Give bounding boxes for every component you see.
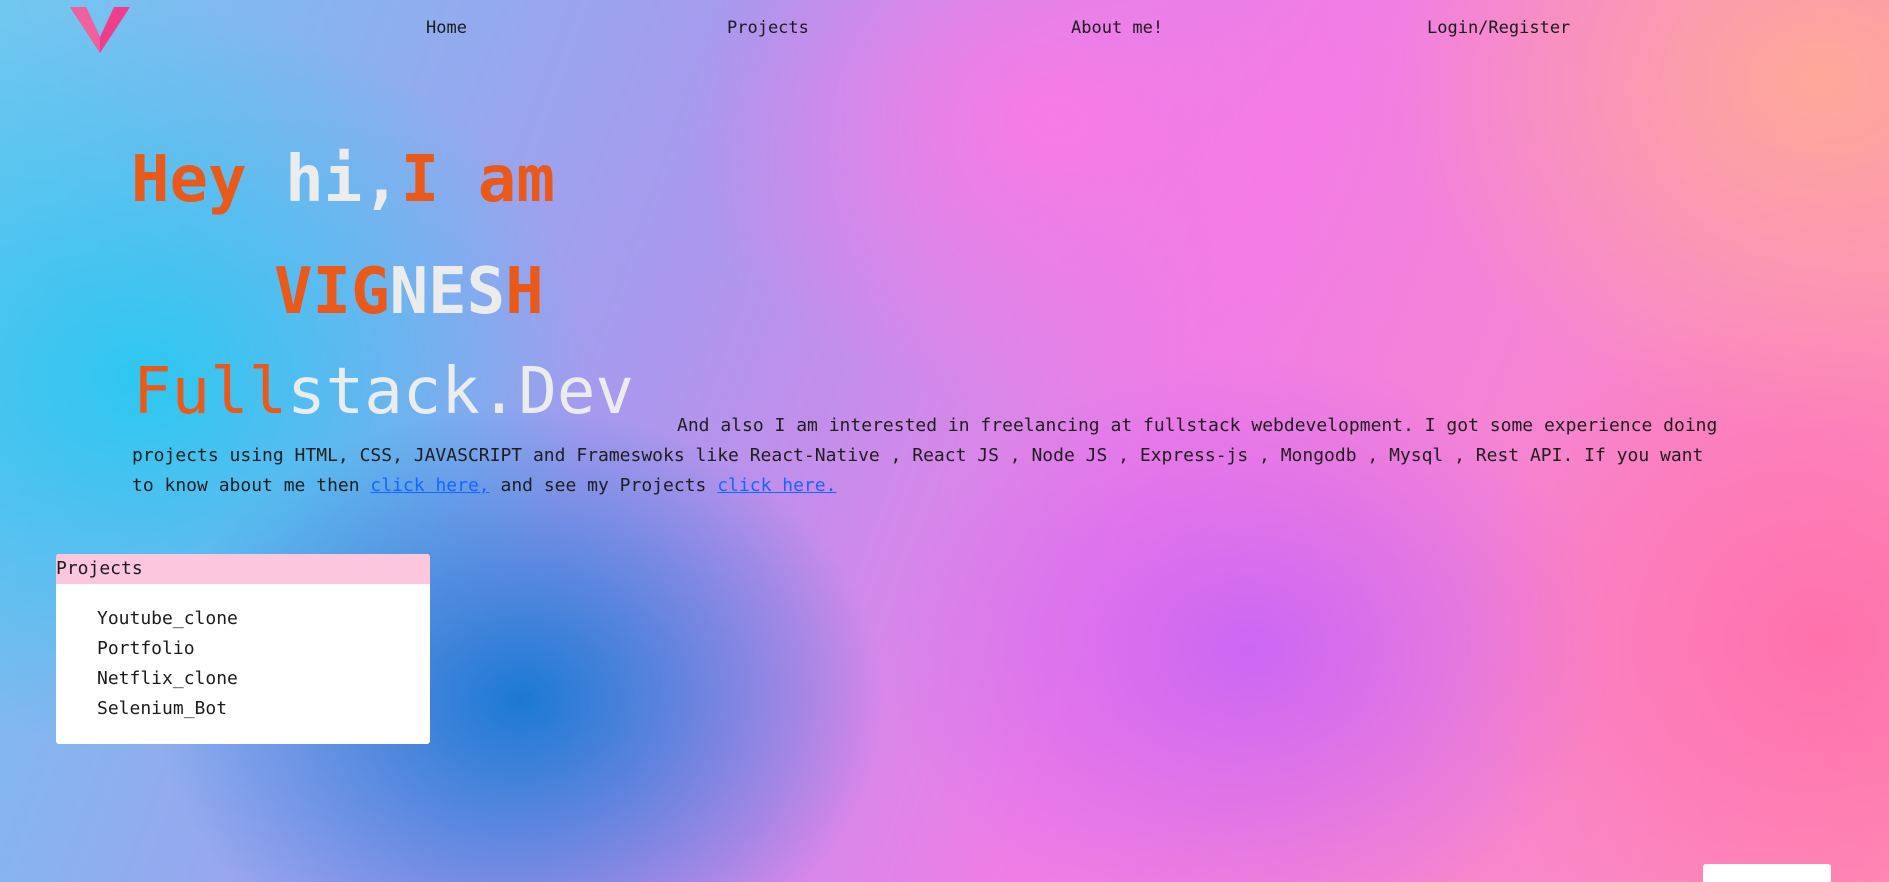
- project-item-youtube-clone[interactable]: Youtube_clone: [97, 604, 430, 634]
- name-part-3: H: [505, 255, 544, 329]
- top-nav: Home Projects About me! Login/Register: [0, 18, 1889, 42]
- intro-paragraph: And also I am interested in freelancing …: [132, 411, 1732, 501]
- projects-card-title: Projects: [56, 554, 430, 584]
- bottom-right-panel: [1703, 864, 1831, 882]
- nav-about-link[interactable]: About me!: [1071, 18, 1163, 38]
- project-item-selenium-bot[interactable]: Selenium_Bot: [97, 694, 430, 724]
- greeting-part-3: I am: [400, 143, 555, 217]
- nav-home-link[interactable]: Home: [426, 18, 467, 38]
- nav-login-register-link[interactable]: Login/Register: [1427, 18, 1570, 38]
- projects-list: Youtube_clone Portfolio Netflix_clone Se…: [56, 584, 430, 724]
- about-click-here-link[interactable]: click here,: [370, 475, 489, 496]
- intro-text-2: and see my Projects: [489, 475, 718, 496]
- projects-click-here-link[interactable]: click here.: [717, 475, 836, 496]
- hero-name: VIGNESH: [274, 260, 544, 324]
- projects-card: Projects Youtube_clone Portfolio Netflix…: [56, 554, 430, 744]
- hero-greeting: Hey hi,I am: [131, 148, 555, 212]
- name-part-1: VIG: [274, 255, 390, 329]
- greeting-part-2: hi,: [285, 143, 401, 217]
- project-item-portfolio[interactable]: Portfolio: [97, 634, 430, 664]
- nav-projects-link[interactable]: Projects: [727, 18, 809, 38]
- name-part-2: NES: [389, 255, 506, 329]
- greeting-part-1: Hey: [131, 143, 286, 217]
- project-item-netflix-clone[interactable]: Netflix_clone: [97, 664, 430, 694]
